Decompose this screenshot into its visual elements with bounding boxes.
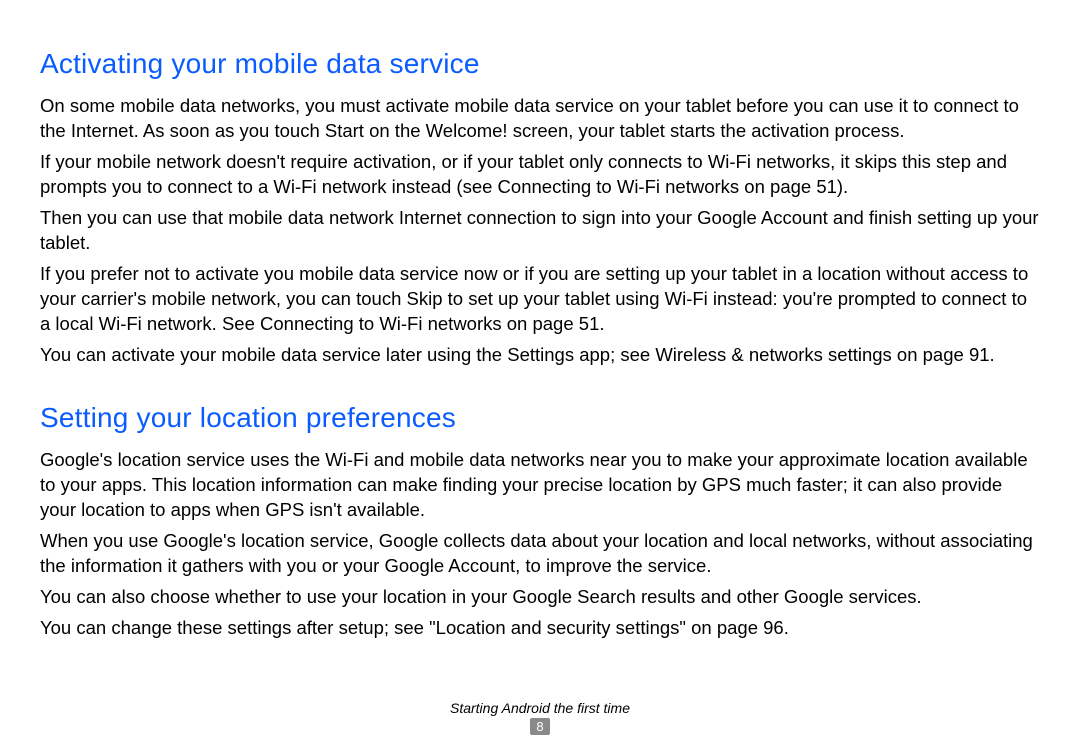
heading-activating-mobile-data: Activating your mobile data service bbox=[40, 48, 1040, 80]
body-paragraph: Then you can use that mobile data networ… bbox=[40, 206, 1040, 256]
body-paragraph: Google's location service uses the Wi-Fi… bbox=[40, 448, 1040, 523]
heading-location-preferences: Setting your location preferences bbox=[40, 402, 1040, 434]
page-footer: Starting Android the first time 8 bbox=[0, 700, 1080, 736]
page-number-badge: 8 bbox=[530, 718, 549, 735]
body-paragraph: If you prefer not to activate you mobile… bbox=[40, 262, 1040, 337]
body-paragraph: You can change these settings after setu… bbox=[40, 616, 1040, 641]
body-paragraph: On some mobile data networks, you must a… bbox=[40, 94, 1040, 144]
body-paragraph: If your mobile network doesn't require a… bbox=[40, 150, 1040, 200]
footer-breadcrumb: Starting Android the first time bbox=[0, 700, 1080, 716]
body-paragraph: When you use Google's location service, … bbox=[40, 529, 1040, 579]
body-paragraph: You can activate your mobile data servic… bbox=[40, 343, 1040, 368]
body-paragraph: You can also choose whether to use your … bbox=[40, 585, 1040, 610]
